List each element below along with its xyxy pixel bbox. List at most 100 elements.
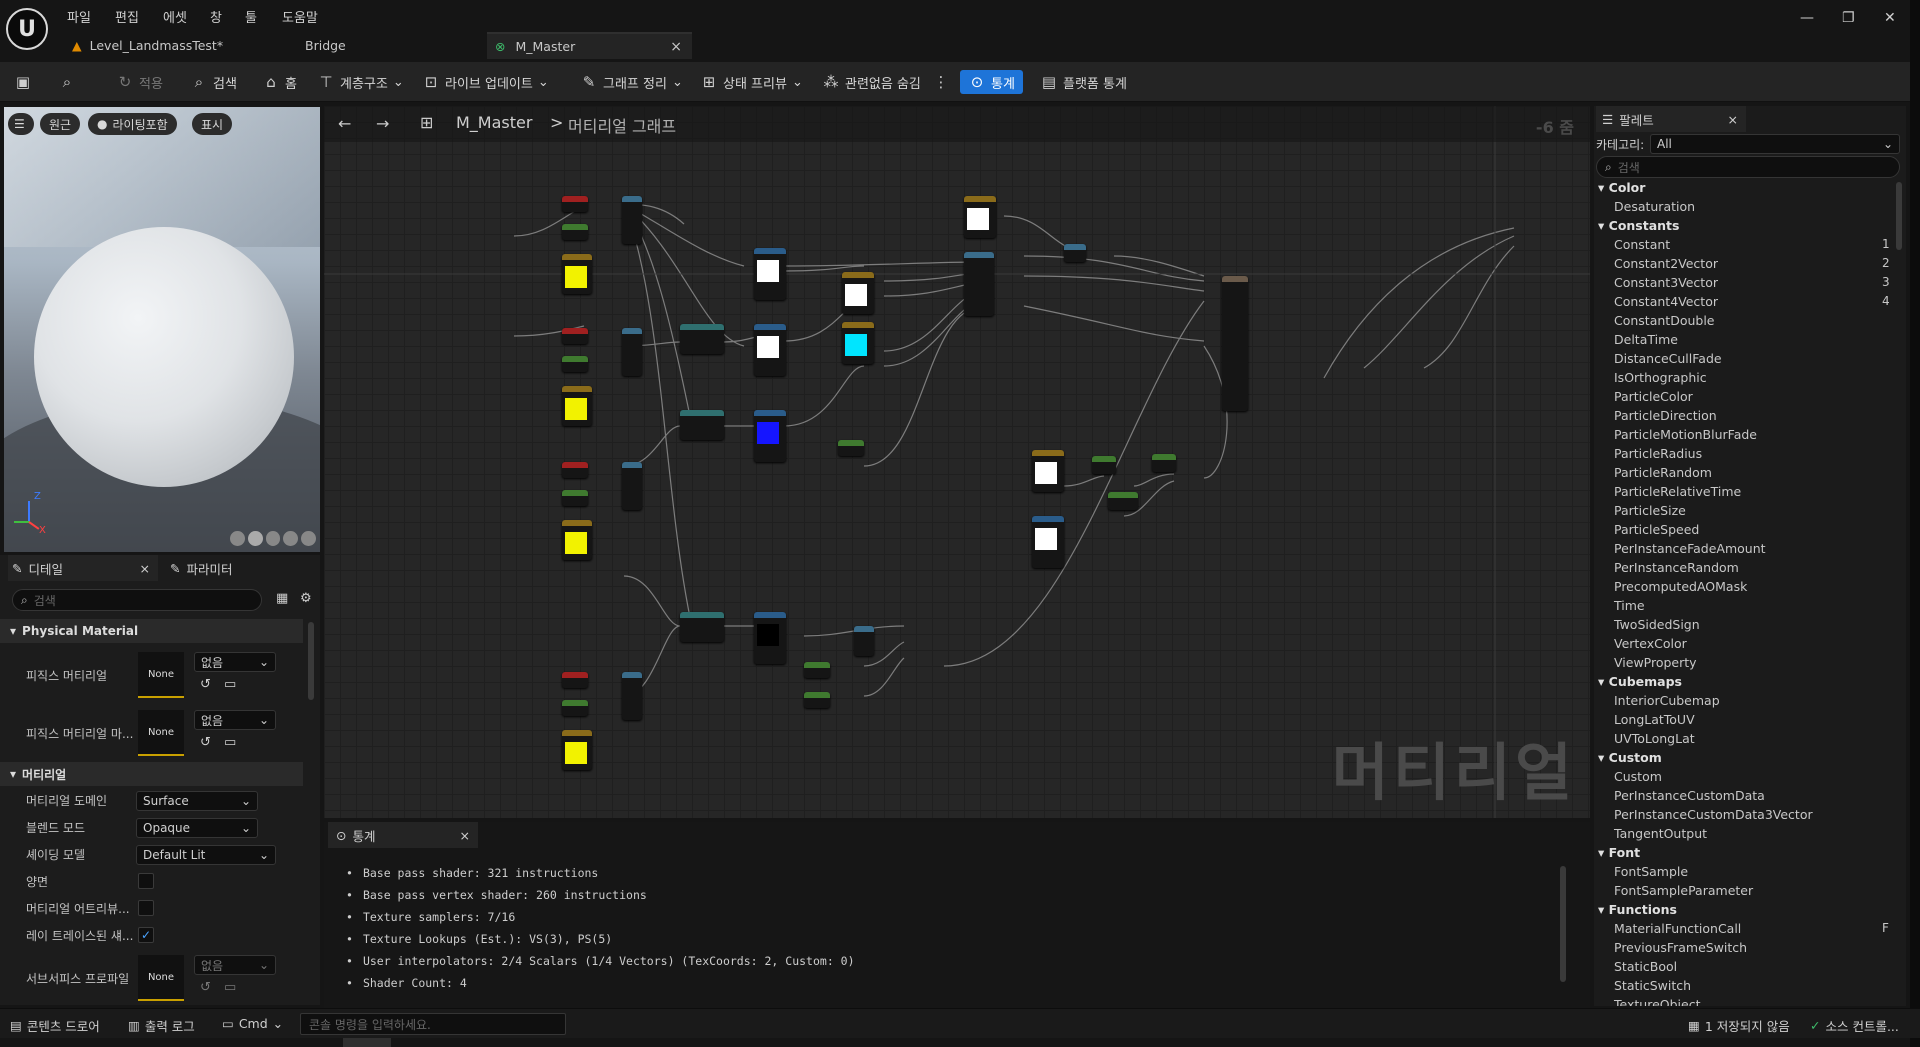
- graph-node[interactable]: [562, 254, 592, 294]
- hierarchy-button[interactable]: ⊤ 계층구조 ⌄: [317, 70, 403, 94]
- graph-node[interactable]: [754, 248, 786, 300]
- minimize-button[interactable]: —: [1800, 10, 1814, 26]
- palette-item[interactable]: FontSampleParameter: [1614, 883, 1753, 898]
- graph-node[interactable]: [804, 692, 830, 708]
- graph-node[interactable]: [964, 252, 994, 316]
- graph-node[interactable]: [842, 272, 874, 314]
- phys-material-mask-combo[interactable]: 없음 ⌄: [194, 710, 276, 730]
- palette-item[interactable]: ParticleRelativeTime: [1614, 484, 1741, 499]
- graph-node[interactable]: [1108, 492, 1138, 510]
- palette-item[interactable]: FontSample: [1614, 864, 1688, 879]
- perspective-chip[interactable]: 원근: [40, 113, 81, 135]
- browse-folder-icon[interactable]: ▭: [224, 735, 236, 750]
- palette-item[interactable]: Constant: [1614, 237, 1670, 252]
- subsurface-profile-combo[interactable]: 없음 ⌄: [194, 955, 276, 975]
- subsurface-profile-thumb[interactable]: None: [138, 955, 184, 1001]
- tab-parameters[interactable]: ✎ 파라미터: [166, 555, 316, 581]
- cube-icon[interactable]: [283, 531, 299, 546]
- palette-item[interactable]: ParticleColor: [1614, 389, 1693, 404]
- palette-item[interactable]: PrecomputedAOMask: [1614, 579, 1747, 594]
- tab-bridge[interactable]: Bridge: [305, 32, 485, 59]
- close-icon[interactable]: ×: [1728, 112, 1738, 127]
- search-button[interactable]: ⌕ 검색: [190, 70, 237, 94]
- browse-folder-icon[interactable]: ▭: [224, 677, 236, 692]
- phys-material-thumb[interactable]: None: [138, 652, 184, 698]
- tab-m-master[interactable]: ⊗ M_Master ×: [487, 32, 692, 59]
- preview-mesh-buttons[interactable]: [230, 531, 316, 547]
- palette-item[interactable]: PerInstanceCustomData: [1614, 788, 1765, 803]
- menu-edit[interactable]: 편집: [115, 7, 139, 26]
- show-chip[interactable]: 표시: [192, 113, 233, 135]
- reset-arrow-icon[interactable]: ↺: [200, 735, 211, 750]
- tab-palette[interactable]: ☰ 팔레트 ×: [1596, 106, 1746, 132]
- close-icon[interactable]: ×: [140, 561, 150, 576]
- browse-button[interactable]: ⌕: [58, 70, 76, 94]
- palette-item[interactable]: PerInstanceCustomData3Vector: [1614, 807, 1813, 822]
- menu-window[interactable]: 창: [210, 7, 222, 26]
- palette-item[interactable]: StaticSwitch: [1614, 978, 1691, 993]
- palette-search-input[interactable]: ⌕ 검색: [1596, 156, 1900, 178]
- phys-material-mask-thumb[interactable]: None: [138, 710, 184, 756]
- domain-combo[interactable]: Surface ⌄: [136, 791, 258, 811]
- settings-gear-icon[interactable]: ⚙: [300, 591, 312, 606]
- graph-node[interactable]: [680, 324, 724, 354]
- graph-node[interactable]: [842, 322, 874, 364]
- palette-item[interactable]: LongLatToUV: [1614, 712, 1695, 727]
- material-output-node[interactable]: [1222, 276, 1248, 411]
- palette-item[interactable]: ViewProperty: [1614, 655, 1697, 670]
- horizontal-scrollbar[interactable]: [343, 1038, 391, 1047]
- graph-node[interactable]: [562, 700, 588, 716]
- graph-node[interactable]: [1032, 450, 1064, 492]
- graph-node[interactable]: [680, 612, 724, 642]
- palette-item[interactable]: StaticBool: [1614, 959, 1677, 974]
- platform-stats-button[interactable]: ▤ 플랫폼 통계: [1040, 70, 1127, 94]
- palette-item[interactable]: ParticleRadius: [1614, 446, 1702, 461]
- palette-item[interactable]: Time: [1614, 598, 1645, 613]
- graph-node[interactable]: [562, 328, 588, 344]
- graph-node[interactable]: [622, 196, 642, 244]
- stats-button[interactable]: ⊙ 통계: [960, 70, 1023, 94]
- palette-item[interactable]: TangentOutput: [1614, 826, 1707, 841]
- palette-item[interactable]: InteriorCubemap: [1614, 693, 1720, 708]
- browse-folder-icon[interactable]: ▭: [224, 980, 236, 995]
- palette-category[interactable]: ▾ Font: [1598, 845, 1640, 860]
- graph-node[interactable]: [562, 356, 588, 372]
- details-scrollbar[interactable]: [308, 622, 314, 700]
- section-material[interactable]: ▾ 머티리얼: [0, 762, 303, 786]
- graph-node[interactable]: [562, 672, 588, 688]
- palette-category[interactable]: ▾ Custom: [1598, 750, 1662, 765]
- sphere-icon[interactable]: [247, 531, 263, 546]
- preview-viewport[interactable]: ☰ 원근 ● 라이팅포함 표시 Z X: [4, 107, 320, 552]
- home-button[interactable]: ⌂ 홈: [262, 70, 297, 94]
- material-attributes-checkbox[interactable]: [138, 900, 154, 916]
- apply-button[interactable]: ↻ 적용: [116, 70, 163, 94]
- close-icon[interactable]: ×: [460, 828, 470, 843]
- shading-model-combo[interactable]: Default Lit ⌄: [136, 845, 276, 865]
- graph-node[interactable]: [680, 410, 724, 440]
- graph-node[interactable]: [562, 490, 588, 506]
- palette-item[interactable]: TwoSidedSign: [1614, 617, 1700, 632]
- palette-category[interactable]: ▾ Color: [1598, 180, 1645, 195]
- menu-tools[interactable]: 툴: [245, 7, 257, 26]
- save-button[interactable]: ▣: [14, 70, 32, 94]
- graph-node[interactable]: [1064, 244, 1086, 262]
- toolbar-more-icon[interactable]: ⋮: [932, 70, 950, 94]
- graph-node[interactable]: [562, 520, 592, 560]
- graph-node[interactable]: [1152, 454, 1176, 472]
- palette-item[interactable]: Constant3Vector: [1614, 275, 1718, 290]
- back-arrow-icon[interactable]: ←: [338, 114, 351, 133]
- cylinder-icon[interactable]: [230, 531, 245, 546]
- console-input[interactable]: 콘솔 명령을 입력하세요.: [300, 1013, 566, 1035]
- forward-arrow-icon[interactable]: →: [376, 114, 389, 133]
- reset-arrow-icon[interactable]: ↺: [200, 980, 211, 995]
- menu-help[interactable]: 도움말: [282, 7, 318, 26]
- unsaved-button[interactable]: ▦ 1 저장되지 않음: [1688, 1016, 1790, 1035]
- live-update-button[interactable]: ⊡ 라이브 업데이트 ⌄: [422, 70, 549, 94]
- details-search-input[interactable]: ⌕ 검색: [12, 589, 262, 611]
- graph-node[interactable]: [754, 612, 786, 664]
- breadcrumb-root[interactable]: M_Master: [456, 113, 532, 132]
- graph-node[interactable]: [622, 672, 642, 720]
- graph-node[interactable]: [1092, 456, 1116, 474]
- source-control-button[interactable]: ✓ 소스 컨트롤...: [1810, 1016, 1899, 1035]
- graph-node[interactable]: [804, 662, 830, 678]
